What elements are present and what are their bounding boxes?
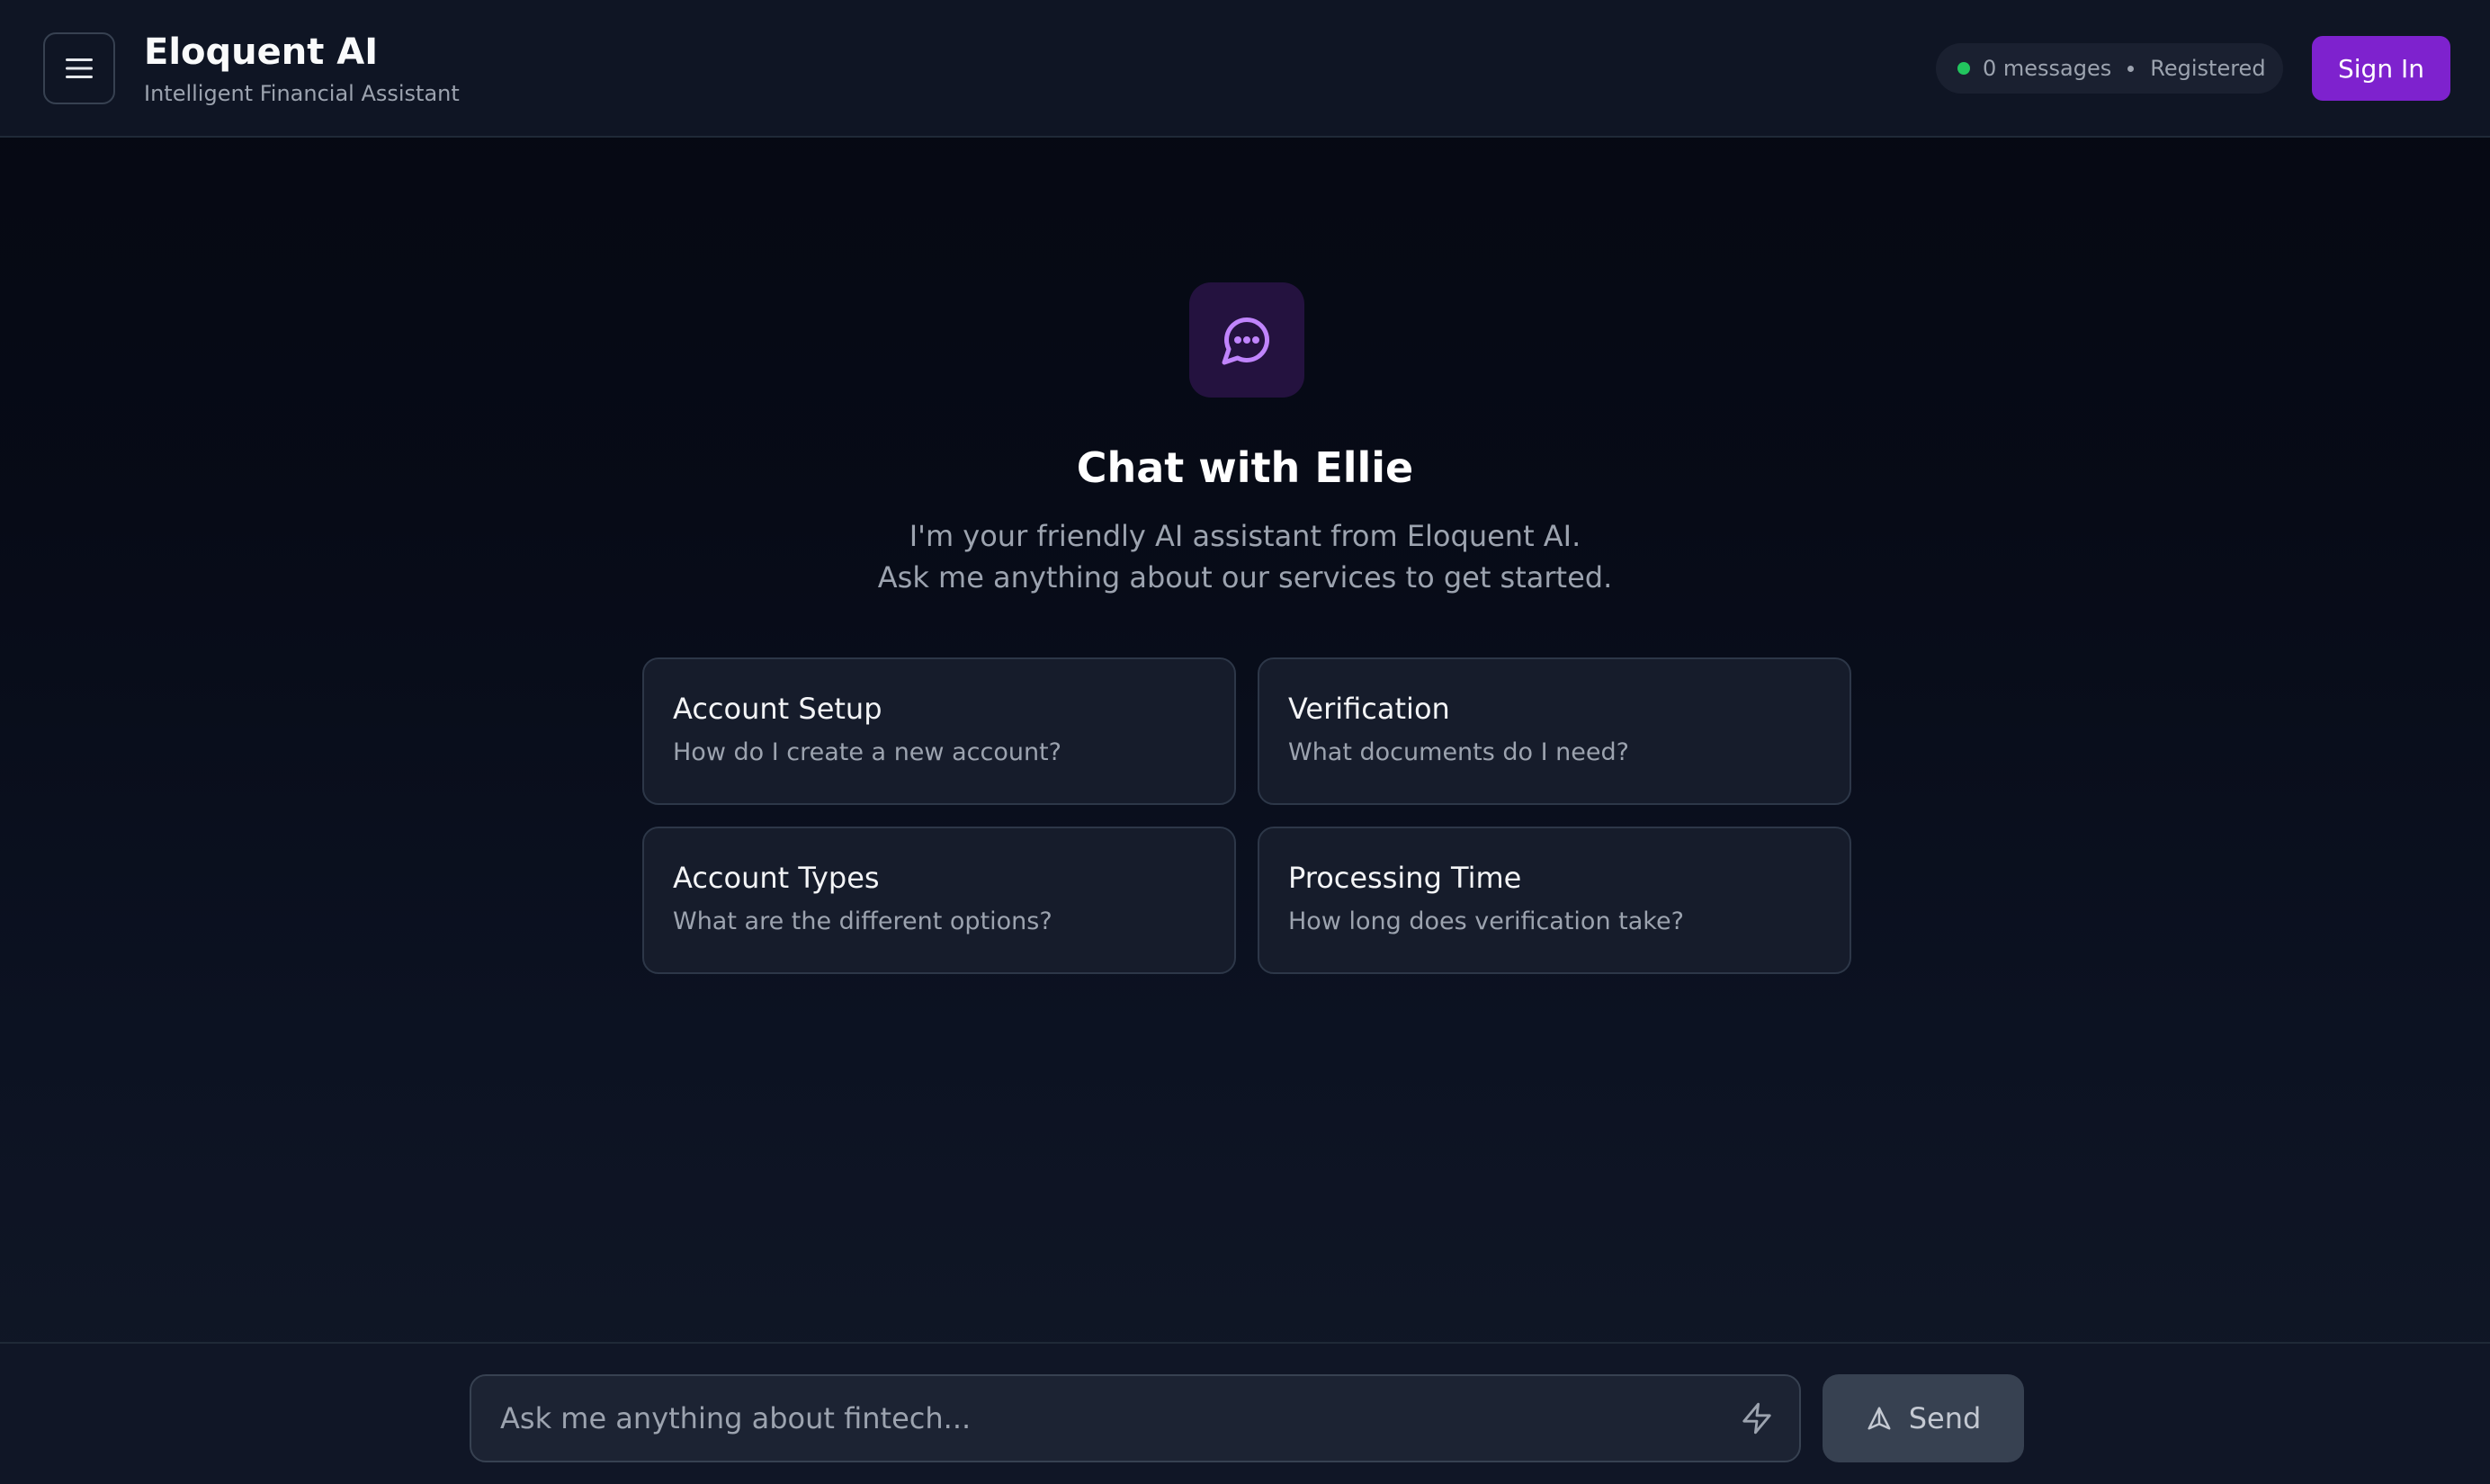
chat-bubble-icon [1222,317,1270,365]
app-title: Eloquent AI [144,31,379,73]
message-input[interactable] [471,1376,1713,1461]
suggestion-card-processing-time[interactable]: Processing Time How long does verificati… [1258,827,1851,974]
online-status-dot [1957,62,1970,75]
hero-description-line-2: Ask me anything about our services to ge… [877,560,1613,594]
suggestion-card-account-types[interactable]: Account Types What are the different opt… [642,827,1236,974]
send-label: Send [1908,1401,1982,1435]
menu-button[interactable] [43,32,115,104]
suggestion-card-account-setup[interactable]: Account Setup How do I create a new acco… [642,657,1236,805]
suggestion-description: What documents do I need? [1288,738,1629,766]
hamburger-menu-icon [66,58,93,78]
hero-description-line-1: I'm your friendly AI assistant from Eloq… [909,519,1581,553]
composer-bar: Send [0,1342,2490,1484]
lightning-bolt-icon[interactable] [1740,1401,1774,1435]
send-arrow-icon [1866,1405,1893,1432]
hero-title: Chat with Ellie [1076,443,1414,492]
top-header: Eloquent AI Intelligent Financial Assist… [0,0,2490,138]
suggestion-title: Processing Time [1288,861,1522,895]
message-input-container [470,1374,1801,1462]
app-subtitle: Intelligent Financial Assistant [144,81,460,106]
message-count: 0 messages [1983,56,2112,81]
sign-in-button[interactable]: Sign In [2312,36,2450,101]
send-button[interactable]: Send [1823,1374,2024,1462]
suggestion-title: Account Setup [673,692,882,726]
suggestion-description: How long does verification take? [1288,907,1684,935]
suggestion-title: Verification [1288,692,1450,726]
suggestion-title: Account Types [673,861,880,895]
registration-status: Registered [2150,56,2266,81]
app-root: Eloquent AI Intelligent Financial Assist… [0,0,2490,1484]
status-badge: 0 messages Registered [1936,43,2283,94]
suggestion-description: What are the different options? [673,907,1052,935]
hero-icon-tile [1189,282,1304,398]
separator-dot [2127,65,2135,72]
suggestion-card-verification[interactable]: Verification What documents do I need? [1258,657,1851,805]
suggestion-description: How do I create a new account? [673,738,1061,766]
